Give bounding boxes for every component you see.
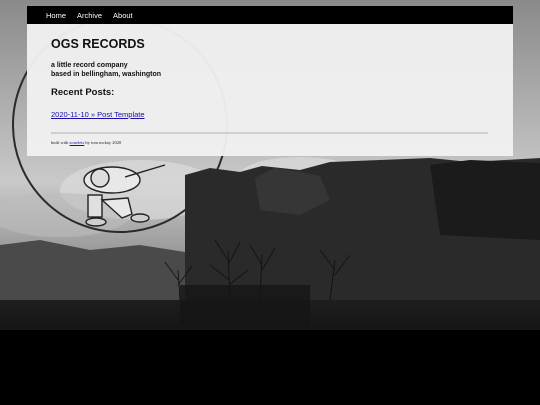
nav-about-link[interactable]: About (113, 11, 133, 20)
nav-home-link[interactable]: Home (46, 11, 66, 20)
site-title: OGS RECORDS (51, 37, 145, 51)
tagline-line-1: a little record company (51, 62, 128, 69)
footer-prefix: built with (51, 140, 69, 145)
footer: built with zonelets by tom mckay 2020 (51, 140, 121, 145)
footer-zonelets-link[interactable]: zonelets (70, 140, 85, 145)
footer-suffix: by tom mckay 2020 (85, 140, 122, 145)
footer-divider (51, 132, 488, 134)
recent-posts-heading: Recent Posts: (51, 87, 115, 98)
post-link[interactable]: 2020-11-10 » Post Template (51, 110, 145, 119)
content-card: OGS RECORDS a little record company base… (27, 24, 513, 156)
nav-archive-link[interactable]: Archive (77, 11, 102, 20)
top-nav: Home Archive About (27, 6, 513, 24)
tagline-line-2: based in bellingham, washington (51, 71, 162, 78)
